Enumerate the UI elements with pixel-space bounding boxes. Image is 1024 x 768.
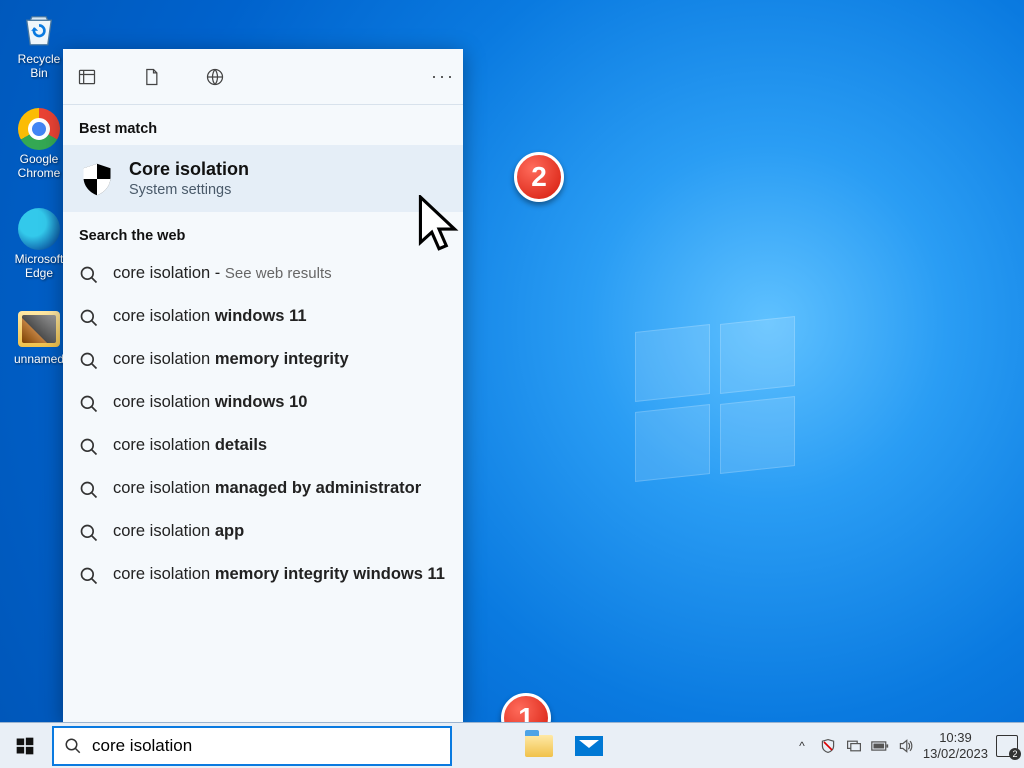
windows-security-shield-icon xyxy=(79,161,115,197)
search-icon xyxy=(79,394,99,414)
search-input[interactable] xyxy=(82,736,440,756)
annotation-badge-2: 2 xyxy=(514,152,564,202)
action-center-button[interactable] xyxy=(996,735,1018,757)
desktop-icon-label: unnamed xyxy=(14,352,64,366)
tray-volume-icon[interactable] xyxy=(897,737,915,755)
search-tab-web[interactable] xyxy=(199,61,231,93)
search-tab-all[interactable] xyxy=(71,61,103,93)
search-icon xyxy=(79,566,99,586)
desktop-icons: Recycle Bin Google Chrome Microsoft Edge… xyxy=(8,8,70,394)
web-suggestion-text: core isolation memory integrity windows … xyxy=(113,563,445,585)
folder-icon xyxy=(18,308,60,350)
desktop-icon-label: Microsoft Edge xyxy=(15,252,64,280)
search-results-panel: ··· Best match Core isolation System set… xyxy=(63,49,463,722)
search-scope-tabs: ··· xyxy=(63,49,463,105)
best-match-result[interactable]: Core isolation System settings xyxy=(63,145,463,212)
best-match-subtitle: System settings xyxy=(129,182,249,198)
desktop-icon-recycle-bin[interactable]: Recycle Bin xyxy=(8,8,70,80)
web-suggestion-text: core isolation windows 11 xyxy=(113,305,307,327)
desktop-icon-label: Recycle Bin xyxy=(18,52,61,80)
chrome-icon xyxy=(18,108,60,150)
web-suggestion[interactable]: core isolation app xyxy=(63,510,463,553)
web-suggestion-text: core isolation managed by administrator xyxy=(113,477,421,499)
search-icon xyxy=(64,737,82,755)
clock-time: 10:39 xyxy=(923,730,988,746)
desktop-icon-folder[interactable]: unnamed xyxy=(8,308,70,366)
web-suggestion-text: core isolation - See web results xyxy=(113,262,332,284)
file-explorer-icon xyxy=(525,735,553,757)
clock-date: 13/02/2023 xyxy=(923,746,988,762)
search-icon xyxy=(79,523,99,543)
search-icon xyxy=(79,351,99,371)
taskbar-app-file-explorer[interactable] xyxy=(514,723,564,768)
taskbar-search-box[interactable] xyxy=(52,726,452,766)
taskbar-clock[interactable]: 10:39 13/02/2023 xyxy=(923,730,988,761)
start-button[interactable] xyxy=(0,723,50,768)
wallpaper-windows-logo xyxy=(635,320,795,475)
tray-overflow-chevron-icon[interactable]: ^ xyxy=(793,737,811,755)
desktop-icon-label: Google Chrome xyxy=(18,152,61,180)
web-suggestion-text: core isolation windows 10 xyxy=(113,391,307,413)
web-suggestion-text: core isolation details xyxy=(113,434,267,456)
web-suggestion-text: core isolation memory integrity xyxy=(113,348,349,370)
web-suggestion[interactable]: core isolation memory integrity windows … xyxy=(63,553,463,596)
best-match-title: Core isolation xyxy=(129,159,249,180)
search-icon xyxy=(79,265,99,285)
best-match-heading: Best match xyxy=(63,105,463,145)
mail-icon xyxy=(575,736,603,756)
search-icon xyxy=(79,308,99,328)
web-suggestion[interactable]: core isolation windows 11 xyxy=(63,295,463,338)
taskbar-app-mail[interactable] xyxy=(564,723,614,768)
search-more-menu[interactable]: ··· xyxy=(431,66,455,87)
search-tab-documents[interactable] xyxy=(135,61,167,93)
windows-logo-icon xyxy=(15,736,35,756)
search-icon xyxy=(79,437,99,457)
web-suggestion[interactable]: core isolation memory integrity xyxy=(63,338,463,381)
desktop-icon-chrome[interactable]: Google Chrome xyxy=(8,108,70,180)
system-tray: ^ 10:39 13/02/2023 xyxy=(793,723,1024,768)
web-suggestion-text: core isolation app xyxy=(113,520,244,542)
tray-battery-icon[interactable] xyxy=(871,737,889,755)
web-suggestion[interactable]: core isolation details xyxy=(63,424,463,467)
search-icon xyxy=(79,480,99,500)
taskbar: ^ 10:39 13/02/2023 xyxy=(0,722,1024,768)
search-web-heading: Search the web xyxy=(63,212,463,252)
tray-security-icon[interactable] xyxy=(819,737,837,755)
tray-virtual-desktops-icon[interactable] xyxy=(845,737,863,755)
web-suggestion[interactable]: core isolation - See web results xyxy=(63,252,463,295)
desktop-icon-edge[interactable]: Microsoft Edge xyxy=(8,208,70,280)
web-suggestion[interactable]: core isolation windows 10 xyxy=(63,381,463,424)
edge-icon xyxy=(18,208,60,250)
web-suggestion[interactable]: core isolation managed by administrator xyxy=(63,467,463,510)
web-suggestions-list: core isolation - See web results core iso… xyxy=(63,252,463,596)
recycle-bin-icon xyxy=(18,8,60,50)
